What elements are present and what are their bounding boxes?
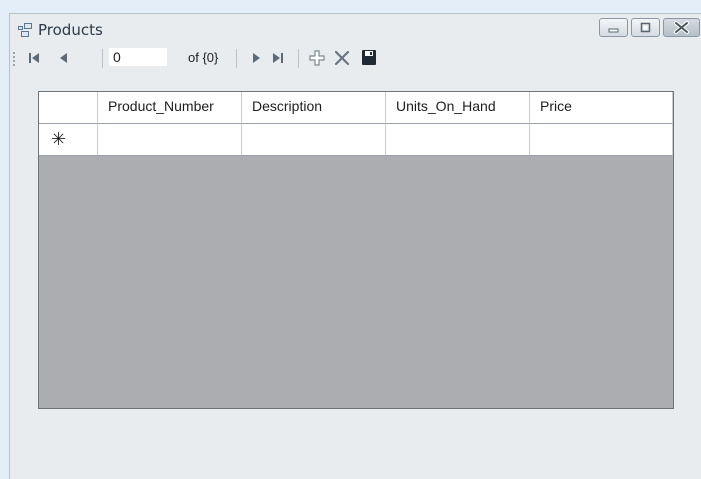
title-bar[interactable]: Products <box>10 14 701 44</box>
products-data-grid[interactable]: Product_Number Description Units_On_Hand… <box>38 91 674 409</box>
maximize-icon <box>640 22 651 33</box>
column-header-price[interactable]: Price <box>530 92 673 124</box>
cell-price[interactable] <box>530 124 673 156</box>
minimize-button[interactable] <box>599 18 628 37</box>
window-controls <box>599 18 700 38</box>
minimize-icon <box>608 28 619 33</box>
toolbar-separator <box>236 49 237 68</box>
cell-units-on-hand[interactable] <box>386 124 530 156</box>
row-header-corner[interactable] <box>39 92 98 124</box>
close-icon <box>674 21 689 34</box>
form-icon <box>18 23 32 37</box>
toolbar-separator <box>102 49 103 68</box>
new-row-marker[interactable]: ✳ <box>39 124 98 156</box>
column-header-description[interactable]: Description <box>242 92 386 124</box>
column-header-units-on-hand[interactable]: Units_On_Hand <box>386 92 530 124</box>
binding-navigator: 0 of {0} <box>10 45 701 71</box>
products-window: Products 0 of {0} Product_Number Descrip… <box>9 13 701 479</box>
record-count-label: of {0} <box>188 50 219 65</box>
maximize-button[interactable] <box>631 18 660 37</box>
window-title: Products <box>38 21 103 39</box>
save-icon[interactable] <box>359 48 379 68</box>
delete-icon[interactable] <box>332 48 352 68</box>
close-button[interactable] <box>663 18 700 37</box>
cell-description[interactable] <box>242 124 386 156</box>
column-header-product-number[interactable]: Product_Number <box>98 92 242 124</box>
move-first-icon[interactable] <box>24 48 44 68</box>
toolbar-grip-icon[interactable] <box>13 51 16 67</box>
add-new-icon[interactable] <box>307 48 327 68</box>
move-last-icon[interactable] <box>268 48 288 68</box>
position-input[interactable]: 0 <box>109 48 167 66</box>
grid-header-row: Product_Number Description Units_On_Hand… <box>39 92 673 124</box>
move-next-icon[interactable] <box>246 48 266 68</box>
move-previous-icon[interactable] <box>54 48 74 68</box>
cell-product-number[interactable] <box>98 124 242 156</box>
new-row: ✳ <box>39 124 673 156</box>
toolbar-separator <box>298 49 299 68</box>
